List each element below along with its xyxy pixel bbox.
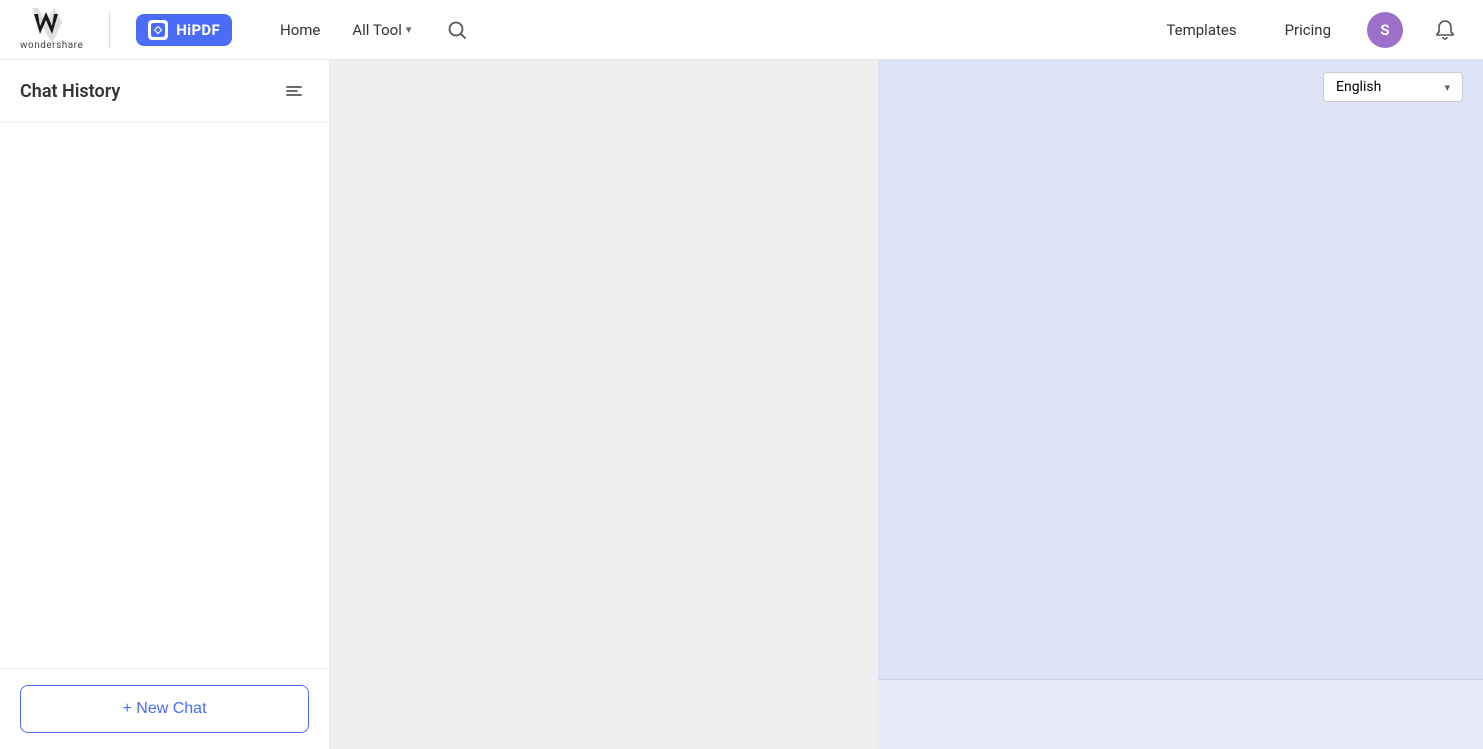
sidebar-collapse-button[interactable] [279,76,309,106]
center-panel [330,60,878,749]
hipdf-icon [148,20,168,40]
sidebar-title: Chat History [20,81,120,102]
right-panel: English ▾ [878,60,1483,749]
wondershare-logo[interactable]: wondershare [20,8,83,51]
search-button[interactable] [435,14,479,46]
sidebar: Chat History + New Chat [0,60,330,749]
hipdf-badge[interactable]: HiPDF [136,14,232,46]
nav-links: Home All Tool ▾ [268,14,479,46]
main-container: Chat History + New Chat English [0,60,1483,749]
search-icon [447,20,467,40]
nav-templates[interactable]: Templates [1154,15,1248,45]
collapse-icon [283,80,305,102]
user-avatar[interactable]: S [1367,12,1403,48]
bell-icon [1434,19,1456,41]
hipdf-label: HiPDF [176,21,220,39]
bell-button[interactable] [1427,12,1463,48]
language-value: English [1336,79,1381,95]
sidebar-header: Chat History [0,60,329,123]
right-panel-body [878,114,1483,679]
chevron-down-icon: ▾ [406,23,412,36]
sidebar-content [0,123,329,668]
right-panel-input-area [878,679,1483,749]
language-selector[interactable]: English ▾ [1323,72,1463,102]
wondershare-text: wondershare [20,40,83,51]
right-panel-header: English ▾ [878,60,1483,114]
nav-pricing[interactable]: Pricing [1273,15,1343,45]
nav-divider [109,12,110,48]
chevron-down-icon: ▾ [1444,81,1450,94]
nav-home[interactable]: Home [268,15,332,45]
sidebar-footer: + New Chat [0,668,329,749]
navbar-right: Templates Pricing S [1154,12,1463,48]
nav-all-tool[interactable]: All Tool ▾ [340,15,423,45]
brand-area: wondershare HiPDF [20,8,232,51]
new-chat-button[interactable]: + New Chat [20,685,309,733]
top-navbar: wondershare HiPDF Home All Tool ▾ [0,0,1483,60]
